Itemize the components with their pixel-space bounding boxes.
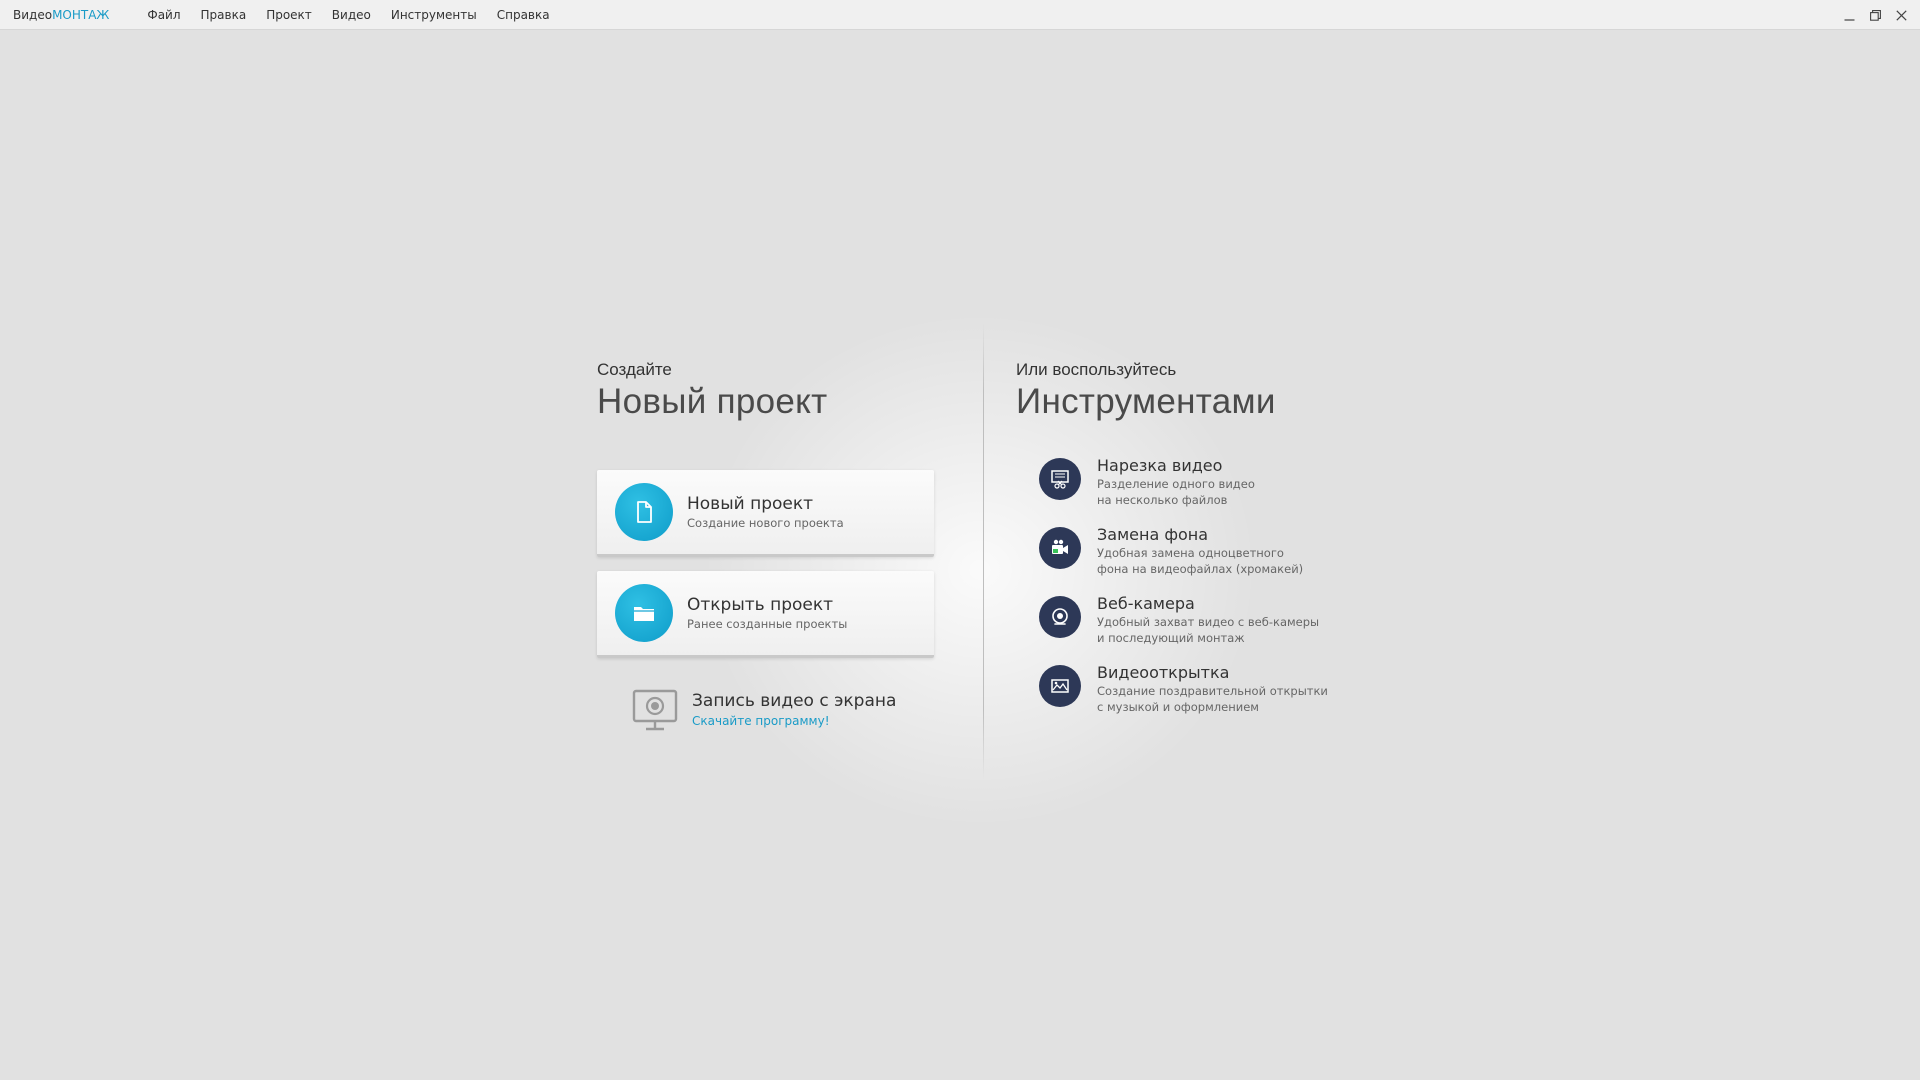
webcam-desc-2: и последующий монтаж xyxy=(1097,631,1245,645)
screen-record-item[interactable]: Запись видео с экрана Скачайте программу… xyxy=(631,686,896,734)
column-divider xyxy=(983,323,984,779)
video-cut-title: Нарезка видео xyxy=(1097,456,1223,475)
app-title: ВидеоМОНТАЖ xyxy=(13,8,109,22)
download-program-link[interactable]: Скачайте программу! xyxy=(692,712,896,730)
menu-bar: Файл Правка Проект Видео Инструменты Спр… xyxy=(137,8,559,22)
new-project-icon-circle xyxy=(615,483,673,541)
chromakey-title: Замена фона xyxy=(1097,525,1209,544)
tool-postcard[interactable]: Видеооткрытка Создание поздравительной о… xyxy=(1039,663,1328,715)
open-project-button[interactable]: Открыть проект Ранее созданные проекты xyxy=(597,571,934,658)
postcard-icon-circle xyxy=(1039,665,1081,707)
menu-project[interactable]: Проект xyxy=(256,8,322,22)
chromakey-icon xyxy=(1052,539,1068,554)
minimize-icon xyxy=(1844,18,1854,21)
tool-video-cut[interactable]: Нарезка видео Разделение одного видео на… xyxy=(1039,456,1255,508)
window-controls xyxy=(1836,0,1914,30)
postcard-desc-1: Создание поздравительной открытки xyxy=(1097,684,1328,698)
menu-help[interactable]: Справка xyxy=(487,8,560,22)
chromakey-desc-2: фона на видеофайлах (хромакей) xyxy=(1097,562,1304,576)
webcam-title: Веб-камера xyxy=(1097,594,1195,613)
restore-icon xyxy=(1869,9,1881,21)
webcam-icon-circle xyxy=(1039,596,1081,638)
video-cut-desc-2: на несколько файлов xyxy=(1097,493,1228,507)
menu-edit[interactable]: Правка xyxy=(191,8,257,22)
screen-record-icon xyxy=(632,689,678,731)
restore-button[interactable] xyxy=(1862,0,1888,30)
create-section: Создайте Новый проект Новый проект Созда… xyxy=(597,360,937,731)
title-bar: ВидеоМОНТАЖ Файл Правка Проект Видео Инс… xyxy=(0,0,1920,30)
close-icon xyxy=(1895,9,1907,21)
create-title: Новый проект xyxy=(597,382,828,421)
screen-record-title: Запись видео с экрана xyxy=(692,690,897,711)
folder-icon xyxy=(634,607,654,621)
tools-title: Инструментами xyxy=(1016,382,1276,421)
app-title-prefix: Видео xyxy=(13,7,53,22)
video-cut-desc-1: Разделение одного видео xyxy=(1097,477,1255,491)
close-button[interactable] xyxy=(1888,0,1914,30)
video-cut-icon-circle xyxy=(1039,458,1081,500)
new-project-subtitle: Создание нового проекта xyxy=(687,515,844,530)
webcam-desc-1: Удобный захват видео с веб-камеры xyxy=(1097,615,1320,629)
tools-kicker: Или воспользуйтесь xyxy=(1016,360,1177,379)
webcam-icon xyxy=(1052,608,1068,625)
video-cut-icon xyxy=(1051,470,1069,489)
postcard-icon xyxy=(1051,679,1069,693)
menu-file[interactable]: Файл xyxy=(137,8,190,22)
minimize-button[interactable] xyxy=(1836,0,1862,30)
tools-section: Или воспользуйтесь Инструментами Нарезка… xyxy=(1016,360,1376,714)
tool-webcam[interactable]: Веб-камера Удобный захват видео с веб-ка… xyxy=(1039,594,1319,646)
new-project-title: Новый проект xyxy=(687,493,814,514)
open-project-subtitle: Ранее созданные проекты xyxy=(687,616,848,631)
open-project-title: Открыть проект xyxy=(687,594,834,615)
tool-chromakey[interactable]: Замена фона Удобная замена одноцветного … xyxy=(1039,525,1303,577)
open-project-icon-circle xyxy=(615,584,673,642)
new-project-button[interactable]: Новый проект Создание нового проекта xyxy=(597,470,934,557)
app-title-accent: МОНТАЖ xyxy=(52,7,110,22)
postcard-desc-2: с музыкой и оформлением xyxy=(1097,700,1259,714)
document-icon xyxy=(637,501,652,523)
start-screen: Создайте Новый проект Новый проект Созда… xyxy=(0,30,1920,1080)
menu-video[interactable]: Видео xyxy=(322,8,381,22)
chromakey-desc-1: Удобная замена одноцветного xyxy=(1097,546,1284,560)
postcard-title: Видеооткрытка xyxy=(1097,663,1230,682)
chromakey-icon-circle xyxy=(1039,527,1081,569)
create-kicker: Создайте xyxy=(597,360,672,379)
menu-tools[interactable]: Инструменты xyxy=(381,8,487,22)
